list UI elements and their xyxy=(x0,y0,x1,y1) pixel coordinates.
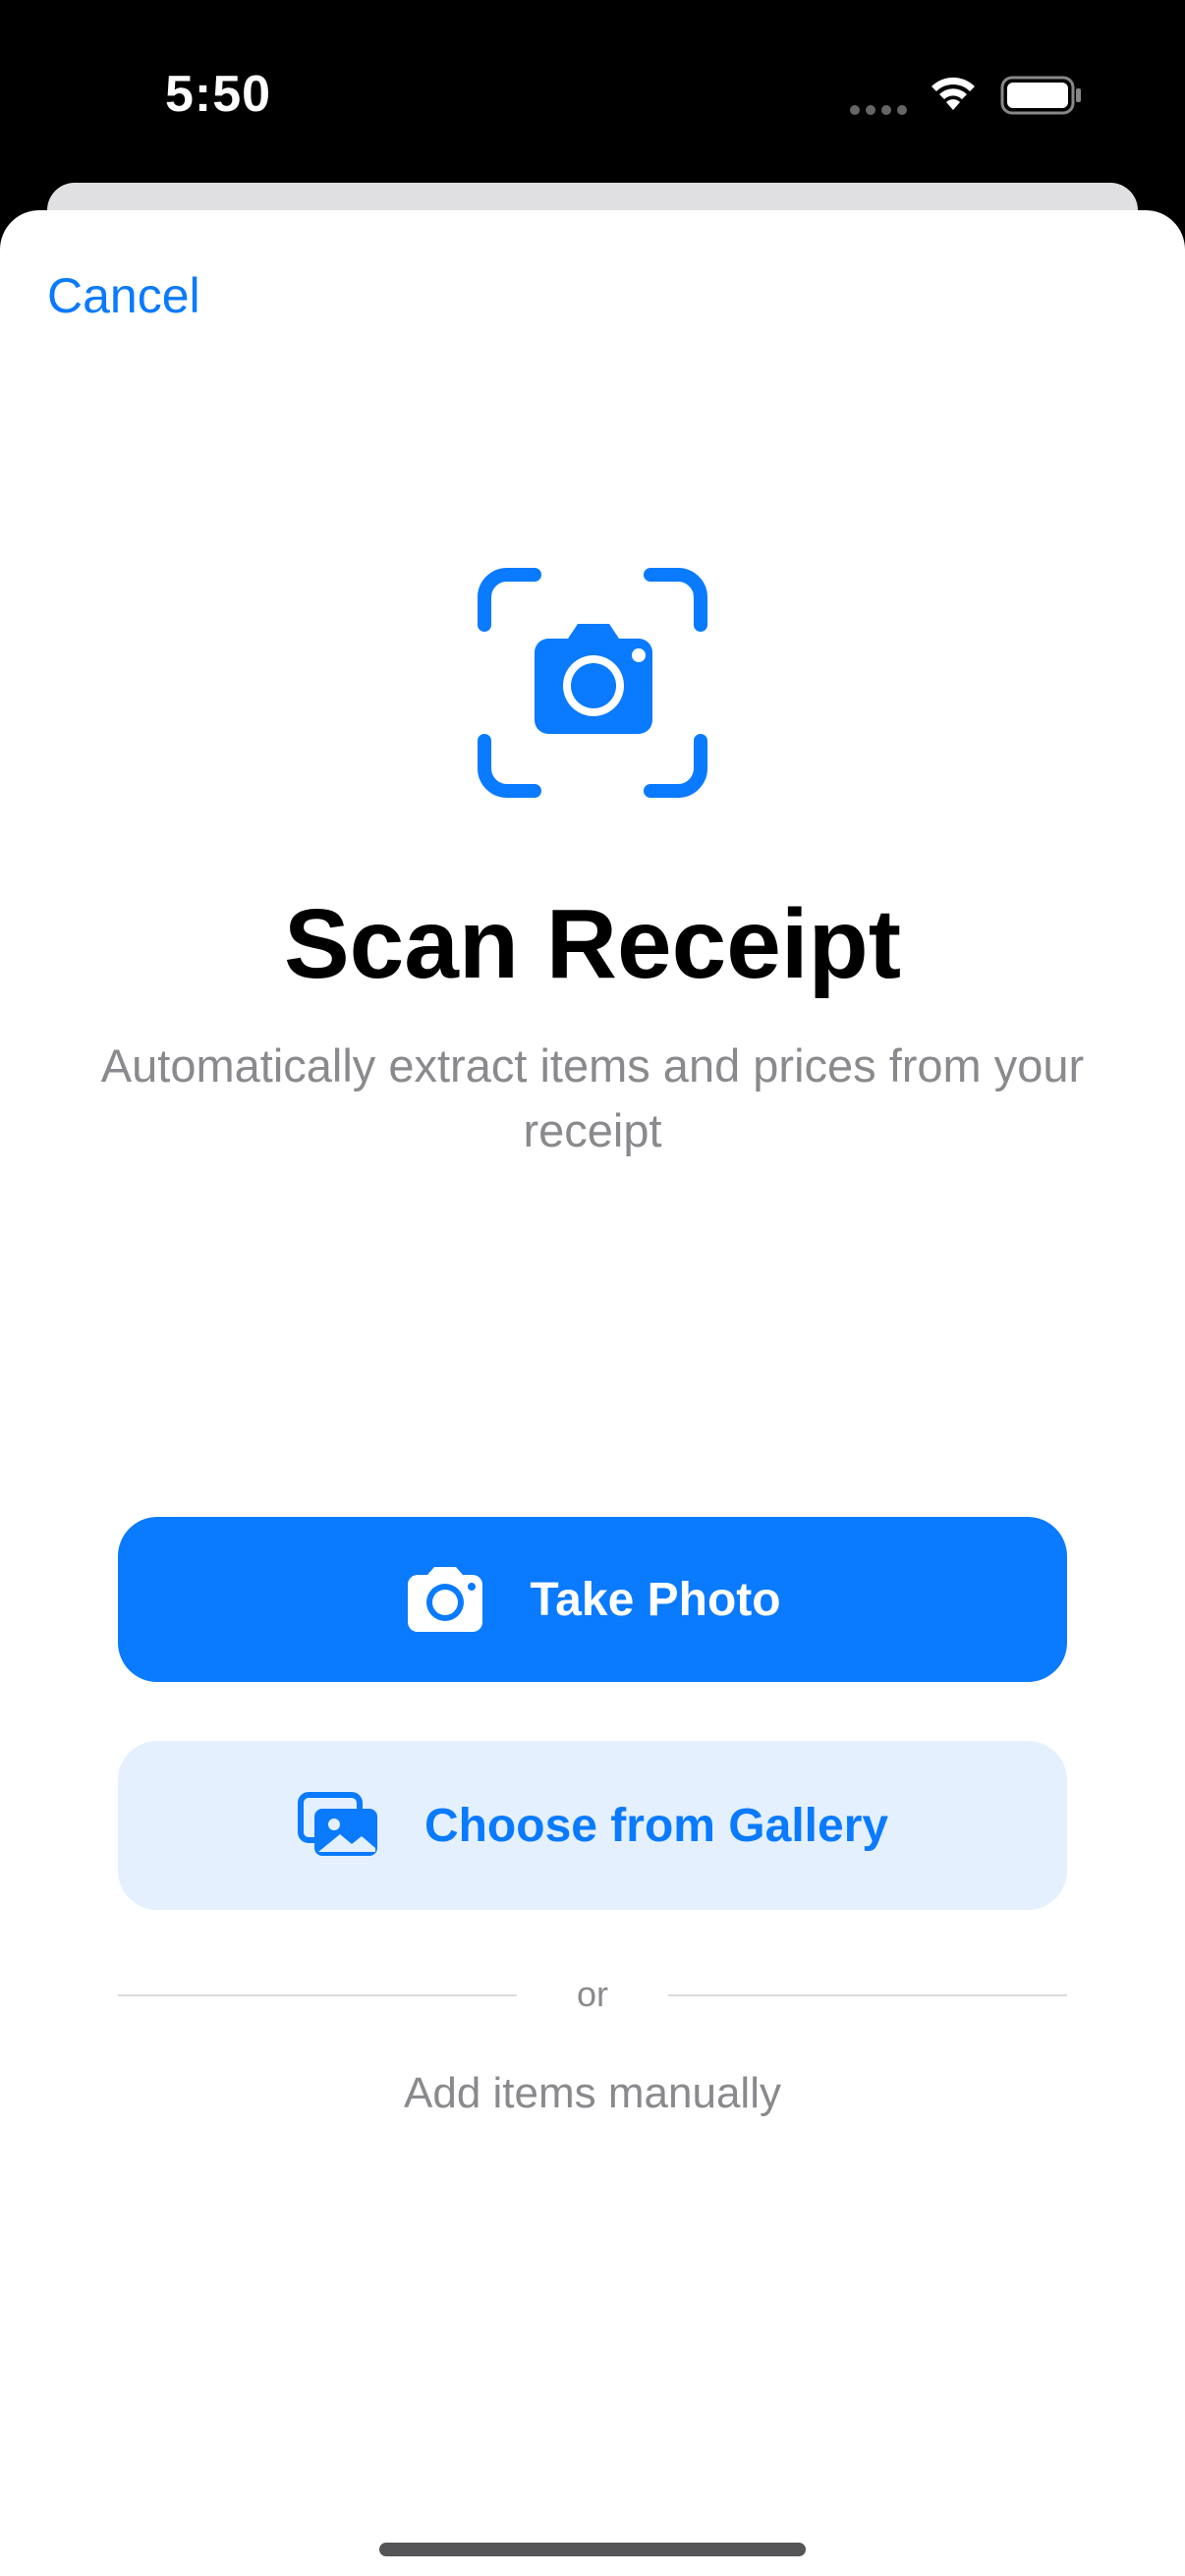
choose-from-gallery-label: Choose from Gallery xyxy=(423,1799,889,1852)
photo-stack-icon xyxy=(297,1792,377,1856)
camera-icon xyxy=(408,1567,483,1632)
camera-viewfinder-icon xyxy=(478,568,707,798)
take-photo-label: Take Photo xyxy=(530,1573,781,1626)
divider-line-left xyxy=(118,1994,517,1996)
or-divider: or xyxy=(118,1975,1067,2014)
battery-icon xyxy=(1000,76,1081,115)
page-title: Scan Receipt xyxy=(283,889,902,999)
take-photo-button[interactable]: Take Photo xyxy=(118,1517,1067,1682)
scan-sheet: Cancel Scan Receipt Automatically extrac… xyxy=(0,210,1185,2576)
home-indicator[interactable] xyxy=(379,2543,806,2556)
page-subtitle: Automatically extract items and prices f… xyxy=(100,1039,1085,1156)
cancel-button[interactable]: Cancel xyxy=(47,267,200,324)
status-bar: 5:50 xyxy=(0,0,1185,187)
status-time: 5:50 xyxy=(165,66,272,123)
add-items-manually-button[interactable]: Add items manually xyxy=(0,2069,1185,2118)
divider-line-right xyxy=(668,1994,1067,1996)
cellular-dots-icon xyxy=(850,105,907,115)
divider-label: or xyxy=(576,1974,608,2014)
wifi-icon xyxy=(931,77,975,110)
screen: 5:50 Cancel Scan Receipt Automatically e… xyxy=(0,0,1185,2576)
choose-from-gallery-button[interactable]: Choose from Gallery xyxy=(118,1741,1067,1910)
